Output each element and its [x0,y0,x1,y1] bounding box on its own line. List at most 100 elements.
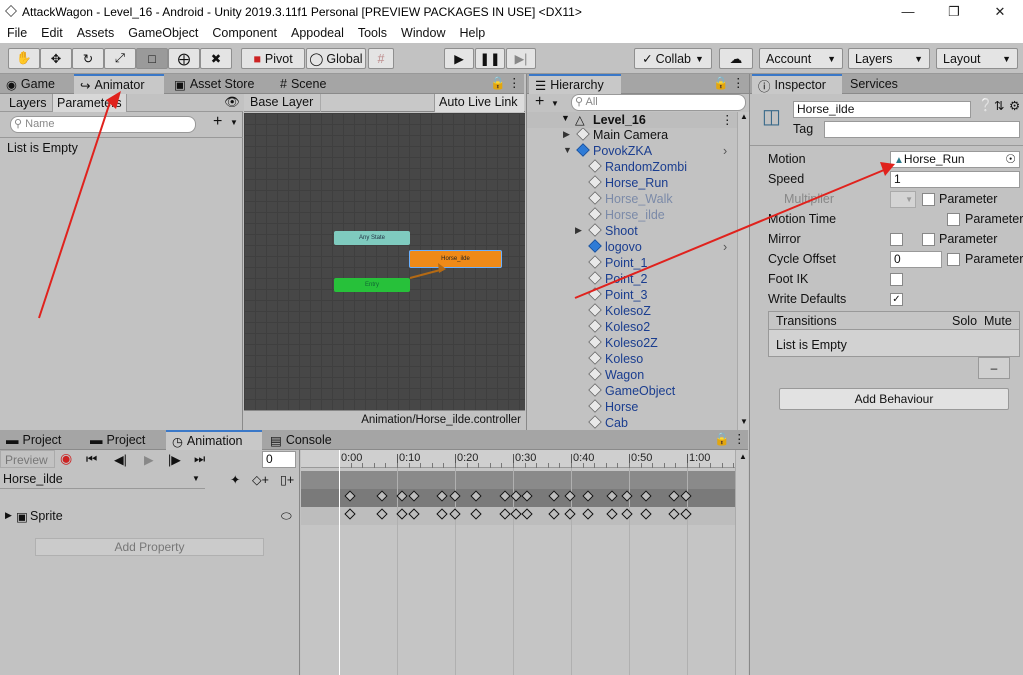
frame-field[interactable]: 0 [262,451,296,468]
hierarchy-item[interactable]: Horse_Walk [588,191,673,206]
expand-arrow-icon[interactable]: ▶ [575,225,582,236]
menu-component[interactable]: Component [205,26,284,40]
expand-arrow-down-icon[interactable]: ▼ [563,145,572,155]
visibility-eye-icon[interactable]: 👁 [224,95,240,110]
preview-button[interactable]: Preview [0,450,55,468]
keyframe-diamond[interactable] [510,490,522,502]
play-clip-icon[interactable]: ▶ [144,452,154,467]
hierarchy-item[interactable]: Koleso2 [588,319,650,334]
account-dropdown[interactable]: Account ▼ [759,48,843,69]
last-key-icon[interactable]: ⏭ [194,452,205,467]
keyframe-diamond[interactable] [606,508,618,520]
settings-gear-icon[interactable]: ⚙ [1009,98,1020,113]
keyframe-diamond[interactable] [396,508,408,520]
write-defaults-checkbox[interactable]: ✓ [890,293,903,306]
tab-services[interactable]: Services [844,74,914,94]
property-row[interactable]: ▶ ▣ Sprite ⬭ [0,508,300,526]
hierarchy-item[interactable]: GameObject [588,383,675,398]
motion-field[interactable]: ▲Horse_Run ☉ [890,151,1020,168]
menu-file[interactable]: File [0,26,34,40]
keyframe-diamond[interactable] [470,508,482,520]
cloud-button[interactable]: ☁ [719,48,753,69]
tab-scene[interactable]: # Scene [274,74,344,94]
expand-arrow-icon[interactable]: ▶ [563,129,570,140]
add-parameter-dropdown-icon[interactable]: ▼ [230,118,238,127]
keyframe-diamond[interactable] [640,508,652,520]
close-icon[interactable]: ✕ [977,0,1023,23]
create-dropdown-icon[interactable]: ▼ [551,99,559,108]
hierarchy-item[interactable]: Point_3 [588,287,647,302]
keyframe-diamond[interactable] [564,490,576,502]
keyframe-diamond[interactable] [521,508,533,520]
menu-tools[interactable]: Tools [351,26,394,40]
hierarchy-scrollbar[interactable]: ▲ ▼ [737,112,749,430]
rect-tool-icon[interactable]: □ [136,48,168,69]
layout-dropdown[interactable]: Layout ▼ [936,48,1018,69]
scroll-up-icon[interactable]: ▲ [739,452,747,461]
dopesheet[interactable]: 0:00 0:10 0:20 0:30 0:40 0:50 1:00 [301,450,735,675]
remove-transition-button[interactable]: – [978,357,1010,379]
keyframe-diamond[interactable] [668,508,680,520]
next-key-icon[interactable]: |▶ [168,452,181,467]
keyframe-diamond[interactable] [582,508,594,520]
record-icon[interactable]: ◉ [60,450,72,467]
menu-edit[interactable]: Edit [34,26,70,40]
rotate-tool-icon[interactable]: ↻ [72,48,104,69]
keyframe-diamond[interactable] [408,508,420,520]
expand-arrow-icon[interactable]: ▶ [5,510,12,521]
tab-hierarchy[interactable]: ☰ Hierarchy [529,74,621,94]
lock-icon[interactable]: 🔒 [713,76,729,91]
global-button[interactable]: ◯ Global [306,48,366,69]
lock-icon[interactable]: 🔒 [490,76,506,91]
keyframe-diamond[interactable] [521,490,533,502]
keyframe-diamond[interactable] [668,490,680,502]
panel-menu-icon[interactable]: ⋮ [733,431,746,446]
event-marker-icon[interactable]: ▯+ [280,472,294,487]
keyframe-diamond[interactable] [408,490,420,502]
hierarchy-item[interactable]: Horse_Run [588,175,668,190]
base-layer-breadcrumb[interactable]: Base Layer [250,95,313,109]
keyframe-diamond[interactable] [499,490,511,502]
panel-menu-icon[interactable]: ⋮ [732,75,745,90]
multiplier-parameter-checkbox[interactable] [922,193,935,206]
menu-gameobject[interactable]: GameObject [121,26,205,40]
keyframe-diamond[interactable] [582,490,594,502]
collab-button[interactable]: ✓ Collab ▼ [634,48,712,69]
parameter-search-input[interactable]: ⚲ Name [10,116,196,133]
maximize-icon[interactable]: ❐ [931,0,977,23]
pivot-button[interactable]: ■ Pivot [241,48,305,69]
keyframe-diamond[interactable] [344,508,356,520]
scroll-down-icon[interactable]: ▼ [740,417,748,426]
menu-window[interactable]: Window [394,26,452,40]
tab-animation[interactable]: ◷ Animation [166,430,262,450]
keyframe-diamond[interactable] [621,508,633,520]
scale-tool-icon[interactable]: ⤢ [104,48,136,69]
keyframe-diamond[interactable] [470,490,482,502]
hand-tool-icon[interactable]: ✋ [8,48,40,69]
keyframe-diamond[interactable] [621,490,633,502]
hierarchy-item[interactable]: Koleso2Z [588,335,658,350]
panel-menu-icon[interactable]: ⋮ [508,75,521,90]
tab-parameters[interactable]: Parameters [53,94,127,112]
animator-graph-canvas[interactable]: Any State Horse_ilde Entry [244,113,525,410]
keyframe-diamond[interactable] [449,490,461,502]
grid-snap-icon[interactable]: # [368,48,394,69]
hierarchy-item[interactable]: logovo › [588,239,727,254]
keyframe-diamond[interactable] [548,490,560,502]
tab-layers[interactable]: Layers [4,94,53,112]
transform-tool-icon[interactable]: ⨁ [168,48,200,69]
create-icon[interactable]: + [535,93,544,111]
dopesheet-scrollbar[interactable]: ▲ [735,450,748,675]
hierarchy-item[interactable]: Wagon [588,367,644,382]
scene-menu-icon[interactable]: ⋮ [721,112,734,127]
hierarchy-item[interactable]: Point_2 [588,271,647,286]
add-parameter-icon[interactable]: + [213,113,222,131]
hierarchy-search-input[interactable]: ⚲ All [571,94,746,111]
prev-key-icon[interactable]: ◀| [114,452,127,467]
expand-arrow-icon[interactable]: ▼ [561,113,570,123]
keyframe-diamond[interactable] [606,490,618,502]
keyframe-diamond[interactable] [376,490,388,502]
first-key-icon[interactable]: ⏮ [86,452,97,467]
lock-icon[interactable]: 🔒 [714,432,730,447]
keyframe-diamond[interactable] [680,508,692,520]
